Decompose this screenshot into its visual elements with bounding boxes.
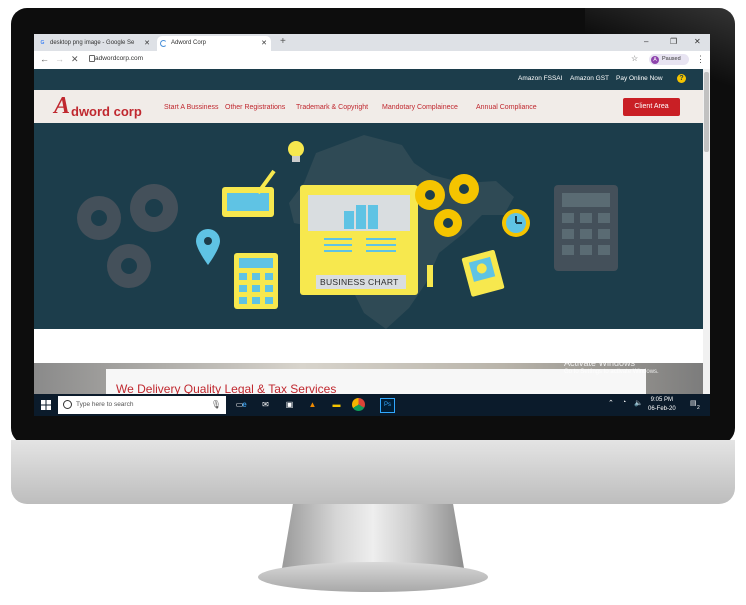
browser-tabstrip: G desktop png image - Google Se ✕ Adword… [34,34,710,51]
network-icon[interactable]: ◔ [622,399,626,406]
nav-annual-compliance[interactable]: Annual Compliance [476,104,537,111]
close-tab-icon[interactable]: ✕ [144,36,150,51]
back-arrow-icon[interactable]: ← [40,54,49,64]
close-window-button[interactable]: ✕ [694,37,701,46]
site-navbar: A dword corp Start A Bussiness Other Reg… [34,90,703,123]
activate-windows-title: Activate Windows [564,358,636,368]
loading-icon [160,40,167,47]
stop-loading-icon[interactable]: ✕ [71,54,79,65]
volume-icon[interactable]: 🔈 [634,399,643,407]
link-amazon-gst[interactable]: Amazon GST [570,75,609,82]
screen: G desktop png image - Google Se ✕ Adword… [34,34,710,416]
profile-button[interactable]: A Paused [649,54,689,65]
clock-icon [502,209,530,237]
windows-taskbar: Type here to search 🎙 ▭ e ✉ ▣ ▲ ▬ Ps ⌃ ◔… [34,394,710,416]
clock-date: 06-Feb-20 [648,406,676,412]
chrome-icon[interactable] [352,398,365,411]
monitor-stand-base [258,562,488,592]
search-placeholder: Type here to search [76,401,134,408]
web-page: Amazon FSSAI Amazon GST Pay Online Now ?… [34,69,703,394]
search-icon [63,400,72,409]
chevron-up-icon[interactable]: ⌃ [608,399,614,407]
chart-caption: BUSINESS CHART [320,277,399,287]
link-pay-online[interactable]: Pay Online Now [616,75,663,82]
client-area-button[interactable]: Client Area [623,98,680,116]
windows-start-icon[interactable] [41,400,51,410]
lightbulb-icon [288,141,304,162]
monitor-stand-neck [282,504,464,568]
hero-banner: BUSINESS CHART [34,123,703,329]
taskbar-clock[interactable]: 9:05 PM 06-Feb-20 [648,396,676,414]
pencil-icon [427,265,433,287]
avatar: A [651,55,659,64]
nav-trademark-copyright[interactable]: Trademark & Copyright [296,104,368,111]
microphone-icon[interactable]: 🎙 [211,396,221,414]
edge-icon[interactable]: e [239,399,250,410]
nav-start-business[interactable]: Start A Bussiness [164,104,218,111]
new-tab-button[interactable]: + [280,36,286,47]
activate-windows-subtitle: Go to Settings to activate Windows. [564,369,659,375]
site-top-bar: Amazon FSSAI Amazon GST Pay Online Now ? [34,69,703,90]
mail-icon[interactable]: ✉ [260,399,271,410]
clock-time: 9:05 PM [650,397,674,403]
browser-tab-google[interactable]: G desktop png image - Google Se ✕ [36,36,154,51]
store-icon[interactable]: ▣ [284,399,295,410]
photoshop-icon[interactable]: Ps [380,398,395,413]
close-tab-icon[interactable]: ✕ [261,36,267,51]
nav-other-registrations[interactable]: Other Registrations [225,104,285,111]
address-bar[interactable]: adwordcorp.com [95,55,143,62]
monitor-chin [11,440,735,504]
notification-count: 2 [697,405,700,411]
link-amazon-fssai[interactable]: Amazon FSSAI [518,75,562,82]
forward-arrow-icon[interactable]: → [55,54,64,64]
document-icon [461,249,505,297]
logo-text[interactable]: dword corp [71,104,142,119]
bookmark-star-icon[interactable]: ☆ [631,54,638,63]
browser-toolbar: ← → ✕ adwordcorp.com ☆ A Paused ⋮ [34,51,710,70]
taskbar-search-input[interactable]: Type here to search 🎙 [58,396,226,414]
notification-icon[interactable]: ▤ [690,399,697,407]
map-pin-icon [196,229,220,265]
logo-letter[interactable]: A [54,93,70,120]
nav-mandatory-compliance[interactable]: Mandotary Complainece [382,104,458,111]
scrollbar-thumb[interactable] [704,72,709,152]
help-icon[interactable]: ? [677,74,686,83]
vlc-icon[interactable]: ▲ [307,399,318,410]
hero-illustration [77,135,618,329]
maximize-button[interactable]: ❐ [670,37,677,46]
tab-label: desktop png image - Google Se [50,40,135,46]
tab-label: Adword Corp [171,40,207,46]
menu-icon[interactable]: ⋮ [696,54,705,65]
tagline-heading: We Delivery Quality Legal & Tax Services [116,382,337,394]
file-explorer-icon[interactable]: ▬ [331,399,342,410]
minimize-button[interactable]: – [644,37,648,46]
google-g-icon: G [40,40,45,46]
browser-tab-adword[interactable]: Adword Corp ✕ [157,36,271,51]
profile-status: Paused [662,56,681,62]
